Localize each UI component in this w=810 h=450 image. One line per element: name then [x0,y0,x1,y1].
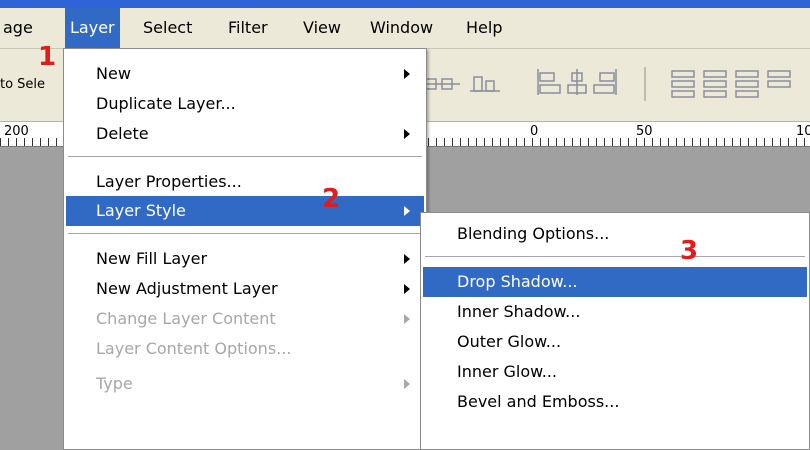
menu-separator [425,256,805,258]
menu-separator [68,156,422,158]
menu-view[interactable]: View [298,8,346,48]
menu-image[interactable]: age [0,8,38,48]
menu-item-label: Type [96,374,133,393]
menu-item-label: Duplicate Layer... [96,94,236,113]
menu-bar: age Layer Select Filter View Window Help [0,8,810,49]
step-marker-1: 1 [38,42,57,72]
menu-item-label: Change Layer Content [96,309,276,328]
submenu-arrow-icon [404,379,410,389]
submenu-arrow-icon [404,284,410,294]
submenu-arrow-icon [404,69,410,79]
menu-item-label: New Fill Layer [96,249,208,268]
menu-item-label: Layer Properties... [96,172,242,191]
menu-item-layer-style[interactable]: Layer Style [66,196,424,226]
menu-item-delete[interactable]: Delete [66,119,424,149]
align-distribute-icons[interactable] [420,63,810,107]
ruler-label: 10 [796,124,810,139]
menu-item-label: New [96,64,131,83]
menu-item-partial[interactable] [423,419,807,449]
menu-item-label: Delete [96,124,149,143]
menu-item-new[interactable]: New [66,59,424,89]
menu-select[interactable]: Select [138,8,197,48]
ruler-ticks [0,138,60,146]
menu-item-drop-shadow[interactable]: Drop Shadow... [423,267,807,297]
menu-item-new-adjustment-layer[interactable]: New Adjustment Layer [66,274,424,304]
menu-item-label: Bevel and Emboss... [457,392,620,411]
menu-item-inner-shadow[interactable]: Inner Shadow... [423,297,807,327]
menu-item-label: Layer Content Options... [96,339,292,358]
menu-item-change-layer-content[interactable]: Change Layer Content [66,304,424,334]
menu-item-label: Inner Shadow... [457,302,581,321]
layer-style-submenu: Blending Options... Drop Shadow... Inner… [420,212,810,450]
menu-item-layer-content-options[interactable]: Layer Content Options... [66,334,424,364]
submenu-arrow-icon [404,254,410,264]
menu-item-duplicate-layer[interactable]: Duplicate Layer... [66,89,424,119]
ruler-label: 0 [530,124,539,139]
menu-item-outer-glow[interactable]: Outer Glow... [423,327,807,357]
ruler-label: 200 [4,124,29,139]
menu-item-label: Drop Shadow... [457,272,578,291]
step-marker-2: 2 [322,184,341,214]
step-marker-3: 3 [680,236,699,266]
menu-item-label: Inner Glow... [457,362,558,381]
menu-window[interactable]: Window [365,8,438,48]
menu-item-inner-glow[interactable]: Inner Glow... [423,357,807,387]
menu-item-label: Layer Style [96,201,186,220]
menu-item-bevel-and-emboss[interactable]: Bevel and Emboss... [423,387,807,417]
window-title-strip [0,0,810,8]
menu-item-label: Outer Glow... [457,332,562,351]
menu-item-blending-options[interactable]: Blending Options... [423,219,807,249]
ruler-label: 50 [636,124,653,139]
menu-item-layer-properties[interactable]: Layer Properties... [66,167,424,197]
menu-separator [68,233,422,235]
layer-menu: New Duplicate Layer... Delete Layer Prop… [63,48,427,450]
submenu-arrow-icon [404,314,410,324]
menu-filter[interactable]: Filter [223,8,273,48]
ruler-ticks [428,138,810,146]
menu-help[interactable]: Help [461,8,507,48]
menu-item-label: New Adjustment Layer [96,279,278,298]
submenu-arrow-icon [404,129,410,139]
menu-item-label: Blending Options... [457,224,610,243]
submenu-arrow-icon [404,206,410,216]
menu-item-type[interactable]: Type [66,369,424,399]
menu-item-new-fill-layer[interactable]: New Fill Layer [66,244,424,274]
auto-select-label[interactable]: to Sele [0,77,45,92]
menu-layer[interactable]: Layer [65,8,120,48]
